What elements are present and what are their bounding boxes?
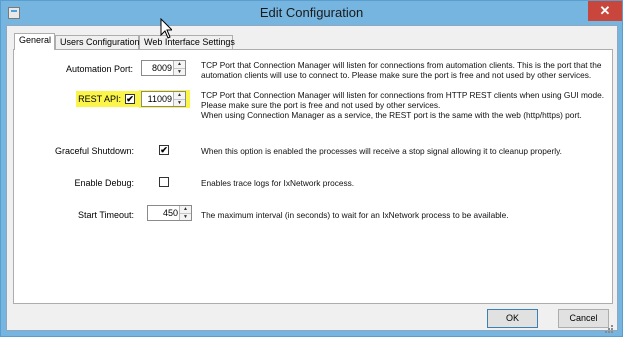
automation-port-value: 8009: [151, 63, 172, 73]
spin-up-icon[interactable]: ▲: [174, 92, 185, 99]
automation-port-spinner[interactable]: ▲ ▼: [173, 61, 185, 75]
automation-port-label: Automation Port:: [65, 64, 133, 74]
rest-api-port-spinner[interactable]: ▲ ▼: [173, 92, 185, 106]
rest-api-desc-line: Please make sure the port is free and no…: [201, 100, 441, 110]
rest-api-port-input[interactable]: 11009 ▲ ▼: [141, 91, 186, 107]
spin-down-icon[interactable]: ▼: [174, 99, 185, 106]
enable-debug-description: Enables trace logs for IxNetwork process…: [201, 178, 355, 188]
spin-up-icon[interactable]: ▲: [180, 206, 191, 213]
spin-up-icon[interactable]: ▲: [174, 61, 185, 68]
spin-down-icon[interactable]: ▼: [180, 213, 191, 220]
enable-debug-checkbox[interactable]: [159, 177, 169, 187]
automation-port-input[interactable]: 8009 ▲ ▼: [141, 60, 186, 76]
start-timeout-spinner[interactable]: ▲ ▼: [179, 206, 191, 220]
automation-port-description: TCP Port that Connection Manager will li…: [201, 60, 601, 80]
tab-web-interface-settings[interactable]: Web Interface Settings: [139, 35, 235, 49]
automation-port-desc-line: automation clients will use to connect t…: [201, 70, 592, 80]
general-tab-panel: Automation Port: 8009 ▲ ▼ TCP Port that …: [13, 49, 613, 304]
graceful-shutdown-label: Graceful Shutdown:: [54, 146, 134, 156]
start-timeout-input[interactable]: 450 ▲ ▼: [147, 205, 192, 221]
close-button[interactable]: ✕: [588, 1, 622, 21]
ok-button[interactable]: OK: [487, 309, 538, 328]
automation-port-desc-line: TCP Port that Connection Manager will li…: [201, 60, 602, 70]
window-title: Edit Configuration: [259, 5, 364, 20]
enable-debug-label: Enable Debug:: [74, 178, 134, 188]
rest-api-port-value: 11009: [147, 94, 172, 104]
resize-grip-icon[interactable]: [604, 324, 614, 334]
tab-users-configuration[interactable]: Users Configuration: [55, 35, 140, 49]
rest-api-label: REST API:: [78, 94, 121, 104]
rest-api-description: TCP Port that Connection Manager will li…: [201, 90, 604, 120]
rest-api-checkbox[interactable]: ✔: [125, 94, 135, 104]
spin-down-icon[interactable]: ▼: [174, 68, 185, 75]
start-timeout-label: Start Timeout:: [77, 210, 134, 220]
graceful-shutdown-description: When this option is enabled the processe…: [201, 146, 562, 156]
title-bar[interactable]: Edit Configuration ✕: [1, 1, 622, 25]
mouse-cursor-icon: [160, 18, 172, 39]
start-timeout-description: The maximum interval (in seconds) to wai…: [201, 210, 509, 220]
rest-api-desc-line: When using Connection Manager as a servi…: [201, 110, 582, 120]
graceful-shutdown-checkbox[interactable]: ✔: [159, 145, 169, 155]
cancel-button[interactable]: Cancel: [558, 309, 609, 328]
start-timeout-value: 450: [162, 208, 178, 218]
dialog-body: General Users Configuration Web Interfac…: [6, 25, 618, 331]
tab-general[interactable]: General: [14, 33, 55, 50]
rest-api-desc-line: TCP Port that Connection Manager will li…: [201, 90, 605, 100]
edit-configuration-window: Edit Configuration ✕ General Users Confi…: [0, 0, 623, 337]
